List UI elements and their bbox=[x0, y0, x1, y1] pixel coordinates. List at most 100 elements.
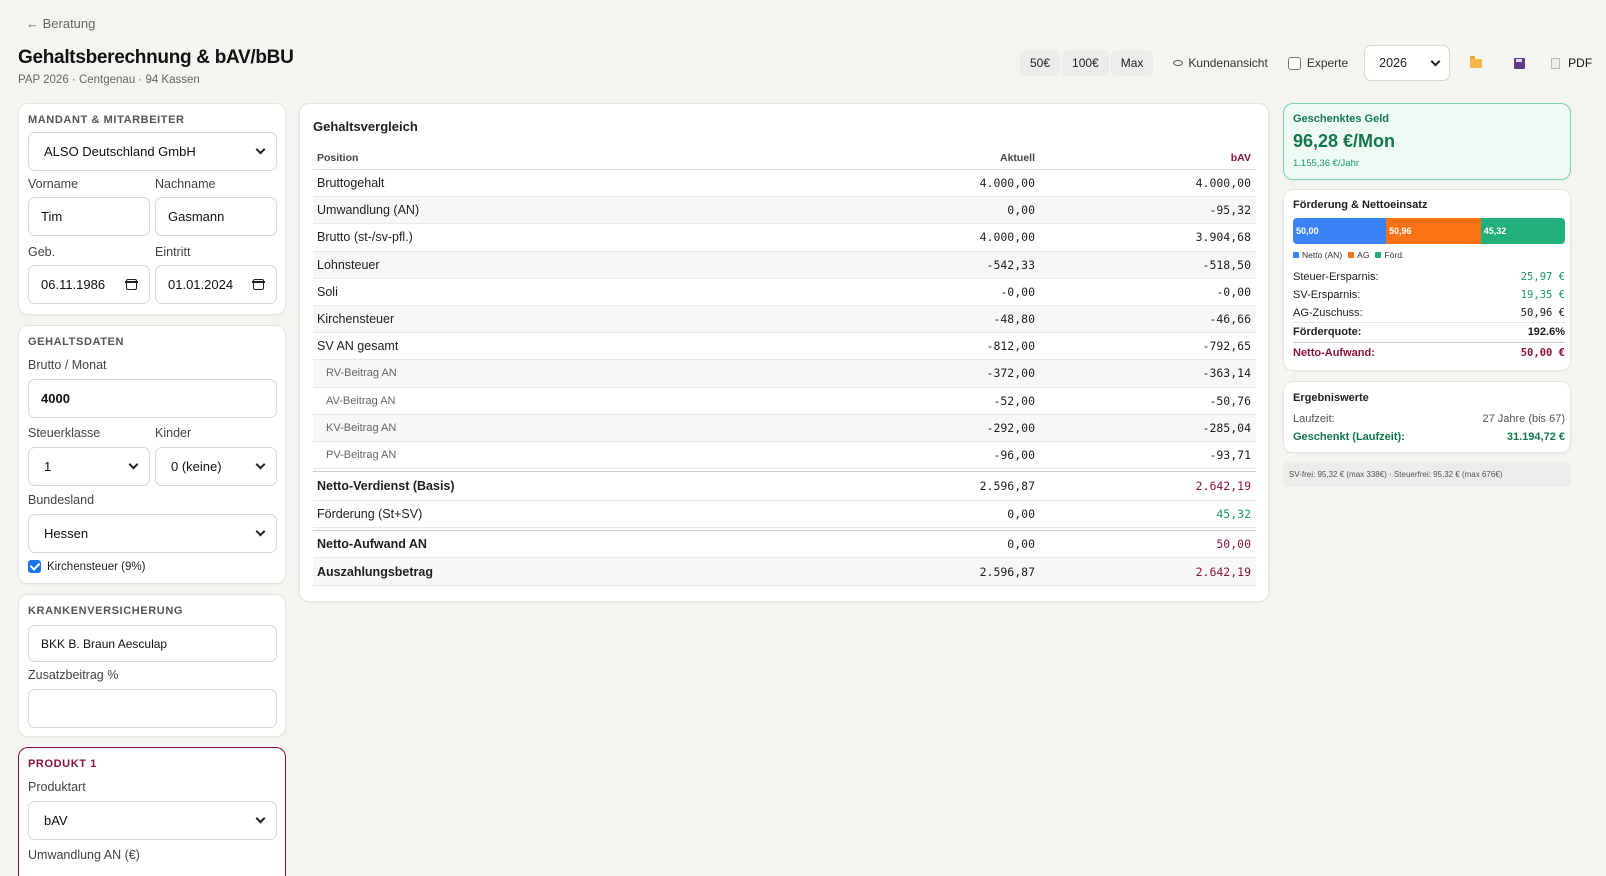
preset-50-button[interactable]: 50€ bbox=[1020, 50, 1061, 76]
back-link[interactable]: ← Beratung bbox=[26, 16, 95, 31]
table-row: Bruttogehalt 4.000,00 4.000,00 bbox=[313, 170, 1256, 198]
experte-toggle[interactable]: Experte bbox=[1278, 56, 1358, 70]
kundenansicht-button[interactable]: Kundenansicht bbox=[1163, 56, 1277, 70]
company-select[interactable]: ALSO Deutschland GmbH bbox=[28, 132, 277, 171]
laufzeit-label: Laufzeit: bbox=[1293, 413, 1335, 425]
eye-icon bbox=[1173, 60, 1184, 66]
nachname-label: Nachname bbox=[155, 177, 216, 191]
netto-label: Netto-Verdienst (Basis) bbox=[317, 479, 455, 494]
geschenktes-geld-card: Geschenktes Geld 96,28 €/Mon 1.155,36 €/… bbox=[1283, 103, 1571, 180]
chevron-down-icon bbox=[255, 144, 266, 155]
experte-checkbox[interactable] bbox=[1287, 56, 1301, 70]
geschenkt-laufzeit-label: Geschenkt (Laufzeit): bbox=[1293, 431, 1405, 443]
zusatzbeitrag-label: Zusatzbeitrag % bbox=[28, 668, 119, 682]
steuerklasse-select[interactable]: 1 bbox=[28, 447, 150, 486]
cell-label: RV-Beitrag AN bbox=[326, 367, 397, 380]
cell-bav: 4.000,00 bbox=[1195, 176, 1251, 191]
eintritt-date-input[interactable]: 01.01.2024 bbox=[155, 265, 277, 304]
sv-ersparnis-label: SV-Ersparnis: bbox=[1293, 289, 1361, 301]
preset-max-button[interactable]: Max bbox=[1110, 50, 1154, 76]
geb-date-input[interactable]: 06.11.1986 bbox=[28, 265, 150, 304]
cell-bav: 3.904,68 bbox=[1195, 230, 1251, 245]
aufwand-bav: 50,00 bbox=[1216, 537, 1251, 552]
foerderung-row: Förderung (St+SV) 0,00 45,32 bbox=[313, 501, 1256, 529]
toolbar: 50€ 100€ Max Kundenansicht Experte 2026 … bbox=[1020, 45, 1592, 81]
geb-label: Geb. bbox=[28, 245, 56, 259]
header-position: Position bbox=[317, 151, 359, 164]
header-aktuell: Aktuell bbox=[999, 151, 1035, 164]
cell-label: SV AN gesamt bbox=[317, 339, 399, 354]
netto-row: Netto-Verdienst (Basis) 2.596,87 2.642,1… bbox=[313, 472, 1256, 502]
bundesland-select[interactable]: Hessen bbox=[28, 514, 277, 553]
foerderung-label: Förderung (St+SV) bbox=[317, 507, 423, 522]
kirchensteuer-checkbox[interactable] bbox=[28, 560, 41, 573]
bar-segment-2: 45,32 bbox=[1480, 218, 1565, 244]
brutto-value: 4000 bbox=[41, 391, 70, 406]
zusatzbeitrag-input[interactable] bbox=[28, 689, 277, 728]
krankenkasse-value: BKK B. Braun Aesculap bbox=[41, 636, 168, 651]
kinder-select[interactable]: 0 (keine) bbox=[155, 447, 277, 486]
netto-bav: 2.642,19 bbox=[1195, 479, 1251, 494]
cell-aktuell: -0,00 bbox=[1000, 284, 1035, 299]
cell-label: AV-Beitrag AN bbox=[326, 394, 396, 407]
nachname-value: Gasmann bbox=[168, 209, 225, 224]
krankenkasse-input[interactable]: BKK B. Braun Aesculap bbox=[28, 625, 277, 662]
kv-card: KRANKENVERSICHERUNG BKK B. Braun Aescula… bbox=[18, 594, 286, 737]
pdf-label: PDF bbox=[1568, 56, 1593, 70]
preset-100-button[interactable]: 100€ bbox=[1062, 50, 1109, 76]
cell-aktuell: 4.000,00 bbox=[979, 176, 1035, 191]
nachname-input[interactable]: Gasmann bbox=[155, 197, 277, 236]
table-row: Soli -0,00 -0,00 bbox=[313, 279, 1256, 306]
table-row: Kirchensteuer -48,80 -46,66 bbox=[313, 305, 1256, 334]
cell-label: Brutto (st-/sv-pfl.) bbox=[317, 230, 413, 245]
geschenkt-laufzeit-value: 31.194,72 € bbox=[1506, 431, 1565, 443]
cell-bav: -518,50 bbox=[1202, 257, 1251, 272]
table-header: Position Aktuell bAV bbox=[313, 146, 1256, 170]
steuer-ersparnis-value: 25,97 € bbox=[1520, 271, 1565, 283]
brutto-input[interactable]: 4000 bbox=[28, 379, 277, 418]
pdf-button[interactable]: PDF bbox=[1551, 56, 1592, 70]
year-select[interactable]: 2026 bbox=[1364, 45, 1451, 81]
cell-label: Soli bbox=[317, 284, 338, 299]
vorname-label: Vorname bbox=[28, 177, 79, 191]
umwandlung-label: Umwandlung AN (€) bbox=[28, 848, 140, 862]
calendar-icon[interactable] bbox=[252, 279, 265, 290]
page-title: Gehaltsberechnung & bAV/bBU bbox=[18, 47, 294, 68]
table-row: Brutto (st-/sv-pfl.) 4.000,00 3.904,68 bbox=[313, 224, 1256, 252]
eintritt-value: 01.01.2024 bbox=[168, 277, 234, 292]
page-subtitle: PAP 2026 · Centgenau · 94 Kassen bbox=[18, 74, 200, 86]
geschenkt-per-year: 1.155,36 €/Jahr bbox=[1293, 158, 1360, 169]
table-row: KV-Beitrag AN -292,00 -285,04 bbox=[313, 414, 1256, 442]
experte-label: Experte bbox=[1306, 56, 1349, 70]
produktart-select[interactable]: bAV bbox=[28, 801, 277, 840]
foerderquote-row: Förderquote: 192.6% bbox=[1293, 322, 1565, 340]
kinder-value: 0 (keine) bbox=[171, 459, 222, 474]
cell-aktuell: -52,00 bbox=[993, 393, 1035, 408]
cell-bav: -46,66 bbox=[1209, 312, 1251, 327]
cell-label: Umwandlung (AN) bbox=[317, 203, 420, 218]
ag-zuschuss-label: AG-Zuschuss: bbox=[1293, 307, 1363, 319]
header-bav: bAV bbox=[1230, 151, 1251, 164]
kirchensteuer-toggle[interactable]: Kirchensteuer (9%) bbox=[28, 560, 145, 573]
foerderung-bav: 45,32 bbox=[1216, 507, 1251, 522]
chevron-down-icon bbox=[128, 459, 139, 470]
cell-aktuell: -542,33 bbox=[986, 257, 1035, 272]
folder-icon[interactable] bbox=[1470, 55, 1483, 68]
cell-label: Lohnsteuer bbox=[317, 257, 380, 272]
calendar-icon[interactable] bbox=[125, 279, 138, 290]
year-value: 2026 bbox=[1379, 56, 1407, 70]
geschenkt-laufzeit-row: Geschenkt (Laufzeit): 31.194,72 € bbox=[1293, 428, 1565, 446]
auszahlung-row: Auszahlungsbetrag 2.596,87 2.642,19 bbox=[313, 558, 1256, 586]
gehaltsvergleich-table: Position Aktuell bAV Bruttogehalt 4.000,0… bbox=[313, 146, 1256, 586]
cell-bav: -95,32 bbox=[1209, 203, 1251, 218]
geschenkt-amount: 96,28 €/Mon bbox=[1293, 131, 1396, 151]
netto-aktuell: 2.596,87 bbox=[979, 479, 1035, 494]
vorname-input[interactable]: Tim bbox=[28, 197, 150, 236]
foerderquote-value: 192.6% bbox=[1527, 325, 1565, 338]
table-row: Umwandlung (AN) 0,00 -95,32 bbox=[313, 197, 1256, 225]
save-icon[interactable] bbox=[1514, 57, 1526, 69]
steuer-ersparnis-label: Steuer-Ersparnis: bbox=[1293, 271, 1379, 283]
ergebnis-values: Laufzeit: 27 Jahre (bis 67) Geschenkt (La… bbox=[1293, 410, 1565, 446]
chevron-down-icon bbox=[255, 526, 266, 537]
eintritt-label: Eintritt bbox=[155, 245, 191, 259]
